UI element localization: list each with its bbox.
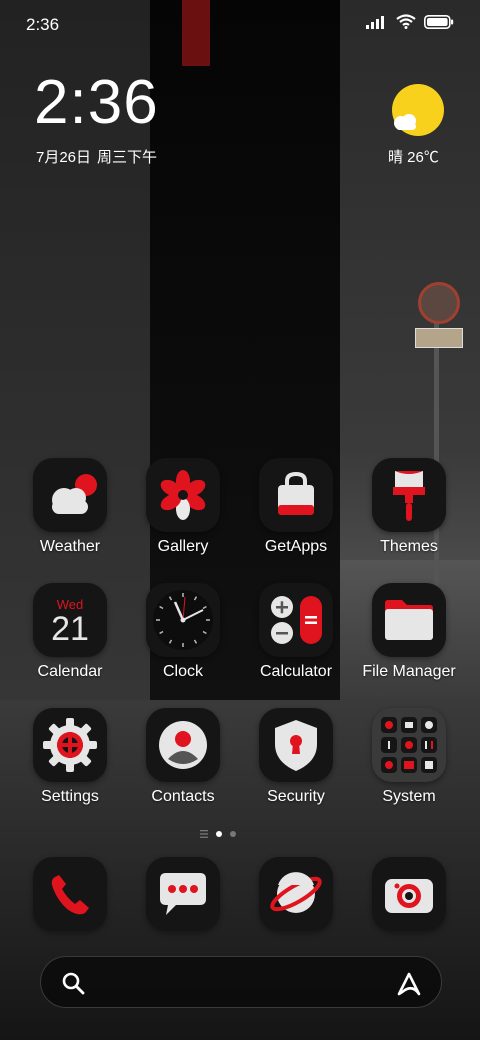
shield-lock-icon <box>259 708 333 782</box>
dock-browser[interactable] <box>239 857 353 931</box>
clock-icon <box>146 583 220 657</box>
gallery-flower-icon <box>146 458 220 532</box>
app-clock[interactable]: Clock <box>126 583 240 681</box>
camera-icon <box>372 857 446 931</box>
list-view-icon[interactable] <box>200 830 208 838</box>
dock-phone[interactable] <box>13 857 127 931</box>
chat-bubble-icon <box>146 857 220 931</box>
paint-brush-icon <box>372 458 446 532</box>
signal-icon <box>366 15 384 29</box>
system-folder-icon <box>372 708 446 782</box>
gear-icon <box>33 708 107 782</box>
app-label: Gallery <box>157 538 209 555</box>
clock-widget-date[interactable]: 7月26日 周三下午 <box>36 146 157 167</box>
dock-camera[interactable] <box>352 857 466 931</box>
app-label: GetApps <box>264 538 328 555</box>
cloud-icon <box>394 114 416 130</box>
planet-icon <box>259 857 333 931</box>
app-security[interactable]: Security <box>239 708 353 806</box>
calendar-icon: Wed 21 <box>33 583 107 657</box>
app-settings[interactable]: Settings <box>13 708 127 806</box>
app-calculator[interactable]: Calculator <box>239 583 353 681</box>
app-gallery[interactable]: Gallery <box>126 458 240 556</box>
wallpaper-road-sign <box>418 282 460 324</box>
page-dot[interactable] <box>230 831 236 837</box>
phone-icon <box>33 857 107 931</box>
app-label: Settings <box>41 788 99 805</box>
app-label: Security <box>267 788 325 805</box>
search-bar[interactable] <box>40 956 442 1008</box>
app-system-folder[interactable]: System <box>352 708 466 806</box>
wallpaper-red-sign <box>182 0 210 66</box>
app-file-manager[interactable]: File Manager <box>352 583 466 681</box>
page-indicator[interactable] <box>200 830 236 838</box>
dock-messages[interactable] <box>126 857 240 931</box>
weather-text[interactable]: 晴 26℃ <box>388 146 439 167</box>
shopping-bag-icon <box>259 458 333 532</box>
app-label: Calculator <box>259 663 333 680</box>
page-dot-active[interactable] <box>216 831 222 837</box>
assistant-icon[interactable] <box>395 970 423 996</box>
date-text: 7月26日 <box>36 149 92 166</box>
app-label: File Manager <box>362 663 456 680</box>
app-label: Contacts <box>151 788 215 805</box>
wifi-icon <box>396 14 416 29</box>
app-contacts[interactable]: Contacts <box>126 708 240 806</box>
contact-person-icon <box>146 708 220 782</box>
weekday-period-text: 周三下午 <box>97 149 158 166</box>
calculator-icon <box>259 583 333 657</box>
app-calendar[interactable]: Wed 21 Calendar <box>13 583 127 681</box>
status-bar-time: 2:36 <box>26 15 60 34</box>
status-icons <box>366 14 454 29</box>
weather-cloud-icon <box>33 458 107 532</box>
wallpaper-plate-sign <box>415 328 463 348</box>
app-label: Calendar <box>37 663 103 680</box>
app-weather[interactable]: Weather <box>13 458 127 556</box>
app-themes[interactable]: Themes <box>352 458 466 556</box>
clock-widget-time[interactable]: 2:36 <box>34 72 159 134</box>
app-label: Weather <box>39 538 101 555</box>
folder-icon <box>372 583 446 657</box>
search-icon[interactable] <box>61 971 85 995</box>
app-label: Themes <box>380 538 438 555</box>
app-getapps[interactable]: GetApps <box>239 458 353 556</box>
battery-icon <box>424 14 454 29</box>
app-label: System <box>382 788 436 805</box>
app-label: Clock <box>162 663 203 680</box>
calendar-date: 21 <box>51 609 89 648</box>
